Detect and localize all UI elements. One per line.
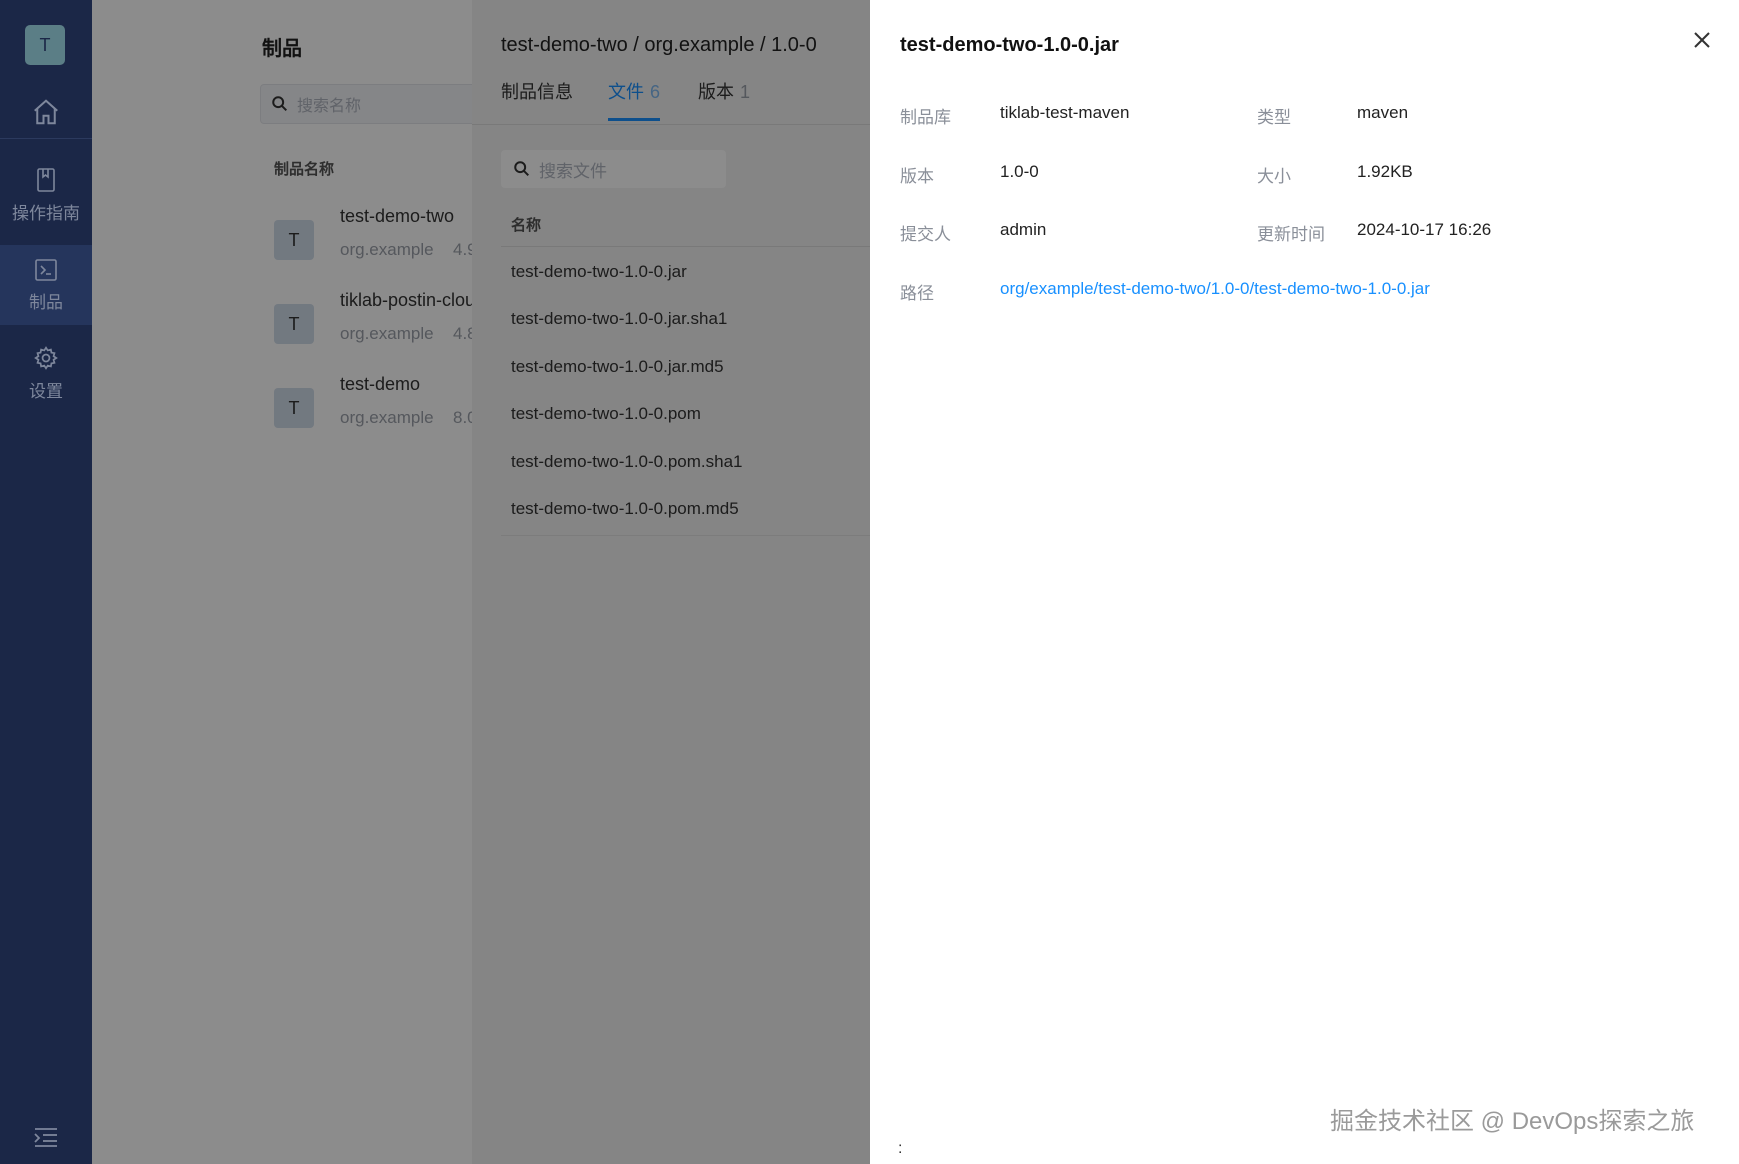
left-nav: T 操作指南 制品 设置 bbox=[0, 0, 92, 1164]
nav-divider bbox=[0, 138, 92, 139]
close-icon[interactable] bbox=[1690, 28, 1714, 52]
updated-value: 2024-10-17 16:26 bbox=[1357, 220, 1492, 239]
type-label: 类型 bbox=[1257, 108, 1291, 127]
path-link[interactable]: org/example/test-demo-two/1.0-0/test-dem… bbox=[1000, 279, 1430, 299]
gear-icon bbox=[34, 345, 58, 370]
nav-item-label: 操作指南 bbox=[12, 203, 80, 223]
repo-value: tiklab-test-maven bbox=[1000, 103, 1130, 122]
version-value: 1.0-0 bbox=[1000, 162, 1039, 181]
book-icon bbox=[37, 167, 55, 192]
nav-item-guide[interactable]: 操作指南 bbox=[0, 155, 92, 235]
submitter-value: admin bbox=[1000, 220, 1047, 239]
size-label: 大小 bbox=[1257, 167, 1291, 186]
size-value: 1.92KB bbox=[1357, 162, 1413, 181]
nav-item-label: 制品 bbox=[29, 292, 63, 312]
home-icon bbox=[34, 99, 58, 125]
type-value: maven bbox=[1357, 103, 1409, 122]
terminal-icon bbox=[35, 258, 57, 281]
file-detail-drawer: test-demo-two-1.0-0.jar 制品库 tiklab-test-… bbox=[870, 0, 1739, 1164]
updated-label: 更新时间 bbox=[1257, 225, 1325, 244]
path-label: 路径 bbox=[900, 284, 934, 303]
nav-item-settings[interactable]: 设置 bbox=[0, 333, 92, 413]
drawer-overlay-mask[interactable] bbox=[92, 0, 870, 1164]
footer-colon: : bbox=[898, 1140, 903, 1157]
version-label: 版本 bbox=[900, 167, 934, 186]
submitter-label: 提交人 bbox=[900, 225, 951, 244]
nav-item-label: 设置 bbox=[29, 381, 63, 401]
repo-label: 制品库 bbox=[900, 108, 951, 127]
collapse-menu-icon[interactable] bbox=[33, 1126, 59, 1148]
home-button[interactable] bbox=[0, 88, 92, 136]
workspace-avatar[interactable]: T bbox=[25, 25, 65, 65]
drawer-title: test-demo-two-1.0-0.jar bbox=[900, 34, 1119, 56]
watermark: 掘金技术社区 @ DevOps探索之旅 bbox=[1330, 1108, 1695, 1135]
nav-item-artifacts[interactable]: 制品 bbox=[0, 245, 92, 325]
